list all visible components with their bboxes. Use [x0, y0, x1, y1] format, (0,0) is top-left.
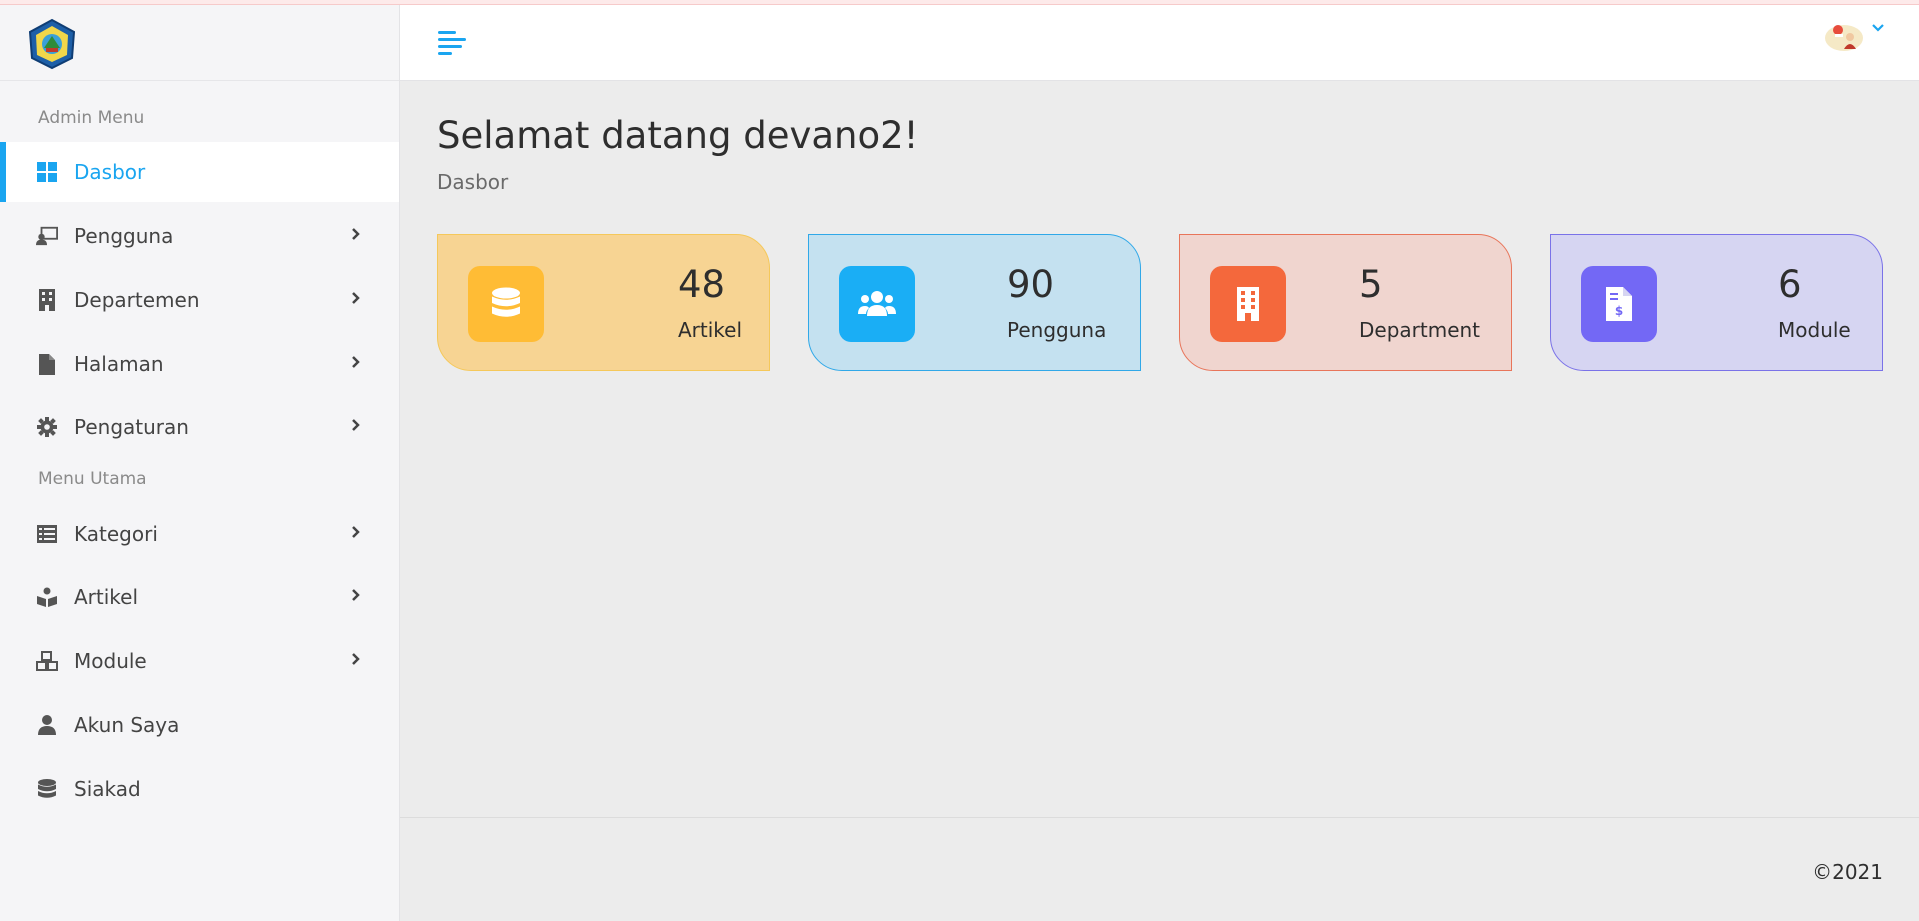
breadcrumb: Dasbor	[437, 170, 509, 194]
invoice-icon: $	[1581, 266, 1657, 342]
chevron-right-icon	[352, 653, 360, 665]
sidebar-item-label: Artikel	[74, 585, 139, 609]
copyright-text: ©2021	[1812, 860, 1883, 884]
building-icon	[36, 289, 58, 311]
gear-icon	[36, 416, 58, 438]
sidebar-item-label: Siakad	[74, 777, 141, 801]
sidebar-item-label: Akun Saya	[74, 713, 180, 737]
page-title: Selamat datang devano2!	[437, 114, 919, 157]
top-header	[400, 5, 1919, 81]
brand-area	[0, 0, 399, 81]
file-icon	[36, 353, 58, 375]
sidebar-item-label: Pengaturan	[74, 415, 189, 439]
book-reader-icon	[36, 586, 58, 608]
chevron-right-icon	[352, 526, 360, 538]
sidebar-item-module[interactable]: Module	[0, 631, 399, 691]
building-icon	[1210, 266, 1286, 342]
sidebar-item-label: Module	[74, 649, 147, 673]
user-avatar-icon[interactable]	[1824, 19, 1864, 53]
sidebar-item-pengaturan[interactable]: Pengaturan	[0, 397, 399, 457]
chevron-right-icon	[352, 419, 360, 431]
sidebar-item-departemen[interactable]: Departemen	[0, 270, 399, 330]
section-title-admin: Admin Menu	[38, 108, 145, 128]
stat-value: 48	[678, 263, 726, 306]
stat-value: 5	[1359, 263, 1383, 306]
stat-card-pengguna[interactable]: 90 Pengguna	[808, 234, 1141, 371]
sidebar-item-label: Pengguna	[74, 224, 174, 248]
hamburger-icon[interactable]	[436, 27, 468, 59]
stat-label: Pengguna	[1007, 318, 1107, 342]
database-icon	[468, 266, 544, 342]
top-accent-line	[0, 0, 1919, 5]
sidebar: Admin Menu Dasbor Pengguna Departemen Ha…	[0, 0, 400, 921]
chevron-down-icon[interactable]	[1870, 21, 1886, 35]
list-icon	[36, 523, 58, 545]
dashboard-grid-icon	[36, 161, 58, 183]
section-title-main: Menu Utama	[38, 469, 147, 489]
svg-text:$: $	[1615, 304, 1623, 318]
cubes-icon	[36, 650, 58, 672]
user-icon	[36, 714, 58, 736]
sidebar-item-pengguna[interactable]: Pengguna	[0, 206, 399, 266]
sidebar-item-artikel[interactable]: Artikel	[0, 567, 399, 627]
stat-label: Department	[1359, 318, 1481, 342]
database-icon	[36, 778, 58, 800]
users-icon	[839, 266, 915, 342]
chevron-right-icon	[352, 589, 360, 601]
sidebar-item-label: Dasbor	[74, 160, 146, 184]
stat-card-department[interactable]: 5 Department	[1179, 234, 1512, 371]
sidebar-item-label: Kategori	[74, 522, 158, 546]
sidebar-item-kategori[interactable]: Kategori	[0, 504, 399, 564]
sidebar-item-dasbor[interactable]: Dasbor	[0, 142, 399, 202]
sidebar-item-akun-saya[interactable]: Akun Saya	[0, 695, 399, 755]
stat-label: Artikel	[678, 318, 743, 342]
stat-value: 90	[1007, 263, 1055, 306]
sidebar-item-label: Halaman	[74, 352, 164, 376]
sidebar-item-halaman[interactable]: Halaman	[0, 334, 399, 394]
chevron-right-icon	[352, 228, 360, 240]
stat-label: Module	[1778, 318, 1851, 342]
stat-card-artikel[interactable]: 48 Artikel	[437, 234, 770, 371]
sidebar-item-siakad[interactable]: Siakad	[0, 759, 399, 819]
stat-value: 6	[1778, 263, 1802, 306]
stat-card-module[interactable]: $ 6 Module	[1550, 234, 1883, 371]
institution-logo[interactable]	[26, 18, 78, 70]
chevron-right-icon	[352, 356, 360, 368]
user-board-icon	[36, 225, 58, 247]
chevron-right-icon	[352, 292, 360, 304]
sidebar-item-label: Departemen	[74, 288, 200, 312]
footer-divider	[400, 817, 1919, 818]
